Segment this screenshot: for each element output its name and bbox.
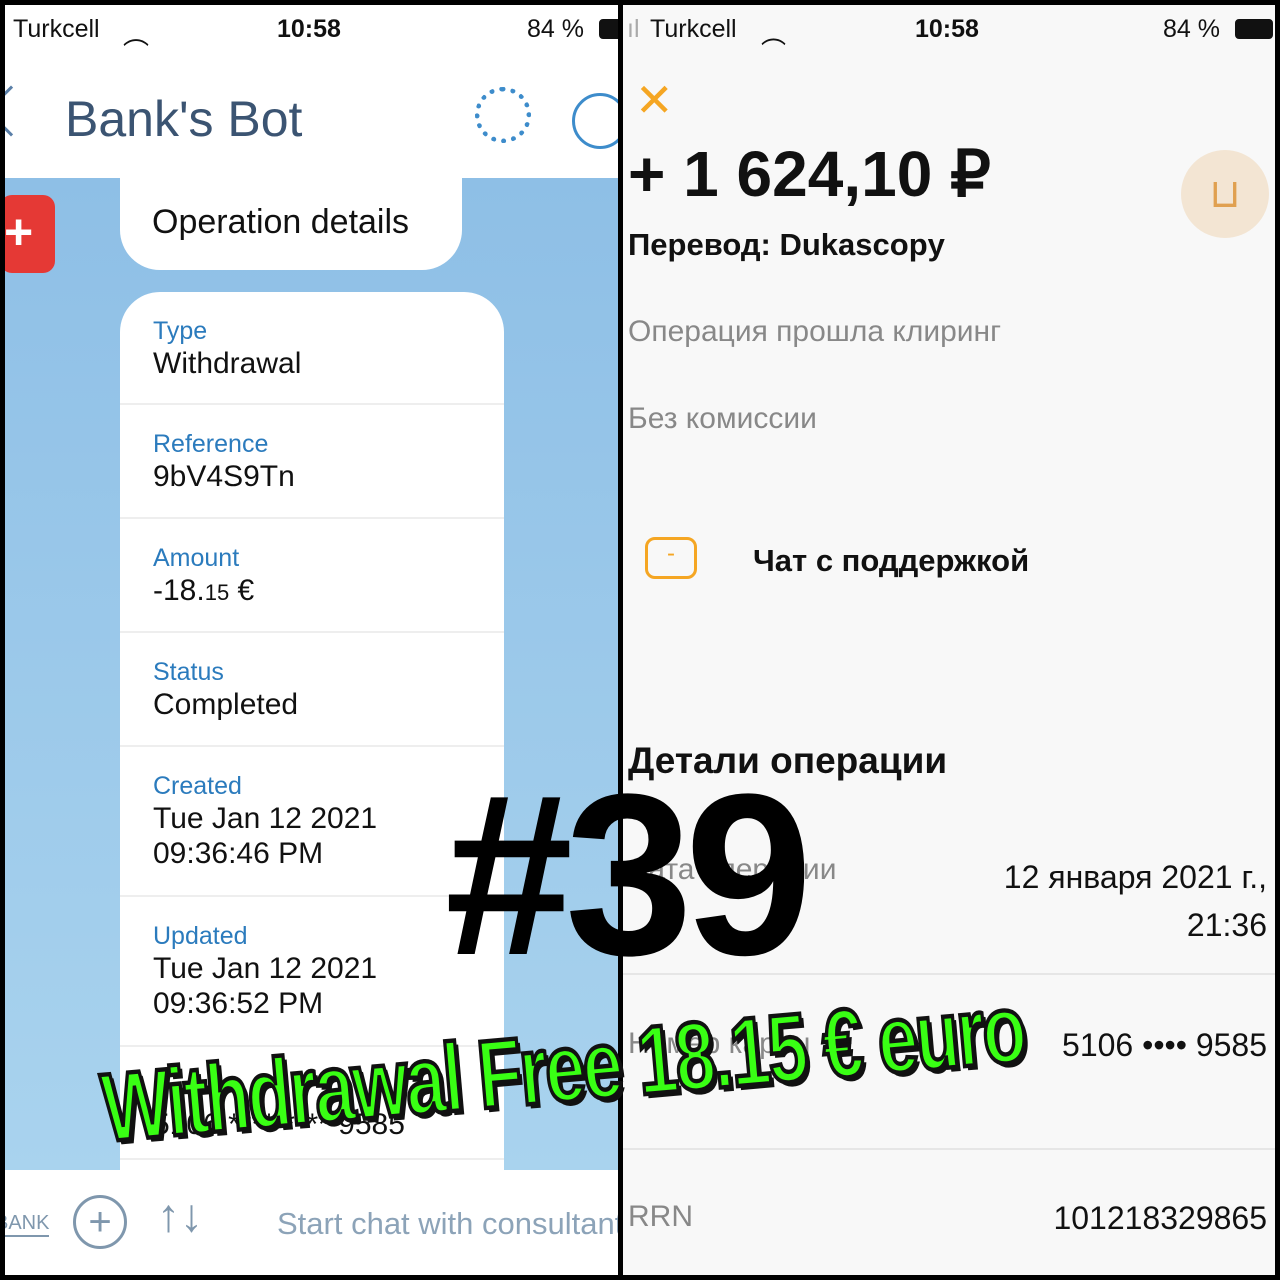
bank-logo-avatar: + <box>5 195 55 273</box>
carrier: Turkcell <box>13 15 100 43</box>
overlay-number: #39 <box>445 746 813 1003</box>
battery: 84 % <box>527 15 584 43</box>
battery-icon <box>1235 19 1273 39</box>
bubble-text: Operation details <box>152 203 410 241</box>
row-amount: Amount -18.15 € <box>120 519 504 633</box>
row-type: Type Withdrawal <box>120 292 504 405</box>
label: RRN <box>628 1200 693 1233</box>
refresh-icon[interactable] <box>572 93 618 149</box>
label: Type <box>153 317 208 345</box>
value: Withdrawal <box>153 347 302 380</box>
row-reference: Reference 9bV4S9Tn <box>120 405 504 519</box>
amount-main: -18. <box>153 574 205 607</box>
value: Completed <box>153 688 299 721</box>
input-bar: BANK + ↑↓ Start chat with consultant <box>5 1170 618 1275</box>
value: -18.15 € <box>153 573 504 610</box>
signal-icon: ıl <box>627 15 640 43</box>
battery: 84 % <box>1163 15 1220 43</box>
fee-info: Без комиссии <box>628 402 817 435</box>
wifi-icon: ︵ <box>761 21 787 49</box>
row-status: Status Completed <box>120 633 504 747</box>
sort-arrows-icon[interactable]: ↑↓ <box>157 1188 203 1242</box>
value: 101218329865 <box>1053 1200 1267 1236</box>
chat-title: Bank's Bot <box>65 91 303 147</box>
status-bar: ıl Turkcell ︵ 10:58 84 % <box>623 5 1275 55</box>
amount-cents: 15 <box>204 580 230 605</box>
status-bar: Turkcell ︵ 10:58 84 % <box>5 5 618 55</box>
value: 12 января 2021 г., 21:36 <box>1004 853 1267 949</box>
amount-currency: € <box>229 574 255 607</box>
chat-input[interactable]: Start chat with consultant <box>277 1206 618 1242</box>
clearing-status: Операция прошла клиринг <box>628 315 1002 348</box>
bank-menu-button[interactable]: BANK <box>5 1212 50 1237</box>
amount: + 1 624,10 ₽ <box>628 138 991 210</box>
battery-icon <box>599 19 618 39</box>
gear-icon[interactable] <box>475 87 531 143</box>
carrier: Turkcell <box>650 15 737 43</box>
time: 10:58 <box>915 15 979 43</box>
message-bubble: Operation details <box>120 178 462 270</box>
support-chat-button[interactable]: Чат с поддержкой <box>753 543 1029 579</box>
label: Amount <box>153 544 240 572</box>
time: 21:36 <box>1186 907 1267 943</box>
shopping-bag-icon: ⊔ <box>1181 150 1269 238</box>
wifi-icon: ︵ <box>123 20 150 50</box>
label: Status <box>153 658 224 686</box>
value: 9bV4S9Tn <box>153 460 295 493</box>
subtitle: Перевод: Dukascopy <box>628 227 945 262</box>
chat-icon[interactable]: - <box>645 537 697 579</box>
row-rrn: RRN 101218329865 <box>623 1150 1275 1275</box>
back-icon[interactable] <box>5 85 37 137</box>
label: Reference <box>153 430 269 458</box>
add-icon[interactable]: + <box>73 1195 127 1249</box>
date: 12 января 2021 г., <box>1003 859 1267 895</box>
time: 10:58 <box>277 15 341 43</box>
close-icon[interactable]: ✕ <box>635 73 674 127</box>
